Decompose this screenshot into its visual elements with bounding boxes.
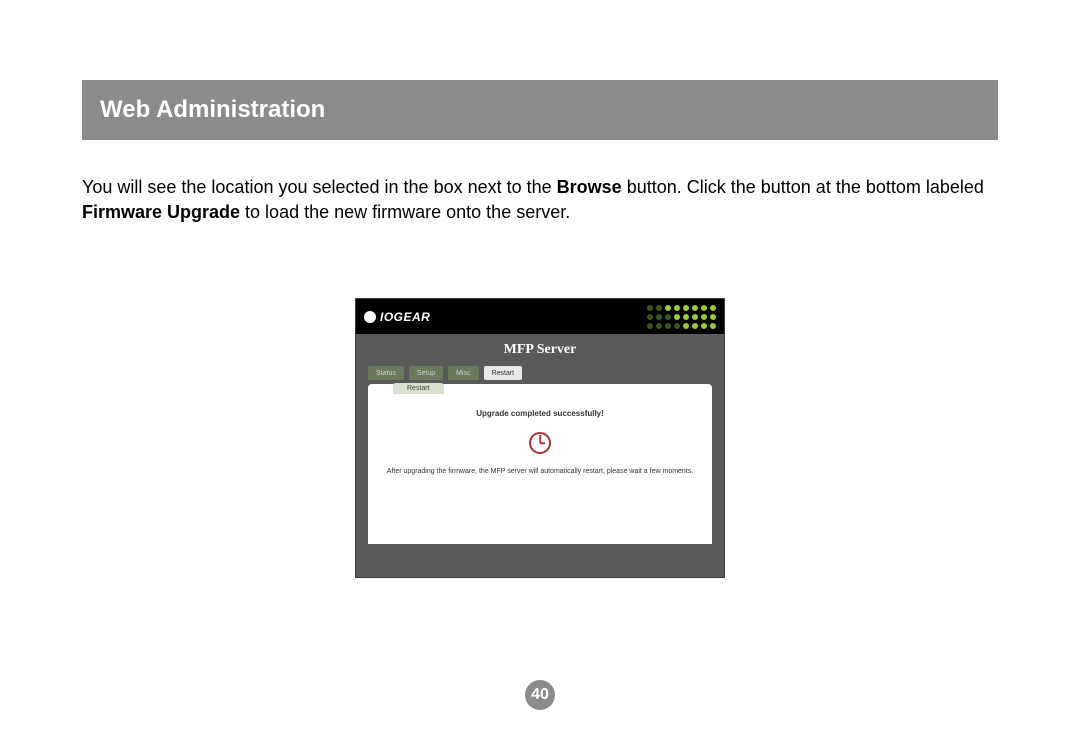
clock-icon xyxy=(529,432,551,454)
hint-message: After upgrading the firmware, the MFP se… xyxy=(368,468,712,475)
instruction-text-1: You will see the location you selected i… xyxy=(82,177,557,197)
instruction-text-2: button. Click the button at the bottom l… xyxy=(622,177,984,197)
tab-misc[interactable]: Misc xyxy=(448,366,478,380)
embedded-screenshot: IOGEAR MFP Server Status Setup Misc Rest… xyxy=(355,298,725,578)
tab-row: Status Setup Misc Restart xyxy=(356,366,724,380)
instruction-bold-firmware: Firmware Upgrade xyxy=(82,202,240,222)
tab-setup[interactable]: Setup xyxy=(409,366,443,380)
mfp-server-title: MFP Server xyxy=(356,334,724,366)
header-bar: Web Administration xyxy=(82,80,998,140)
logo-label: IOGEAR xyxy=(380,310,430,324)
instruction-text-3: to load the new firmware onto the server… xyxy=(240,202,570,222)
subtab-restart[interactable]: Restart xyxy=(393,383,444,394)
tab-restart[interactable]: Restart xyxy=(484,366,523,380)
content-panel: Restart Upgrade completed successfully! … xyxy=(368,384,712,544)
instruction-bold-browse: Browse xyxy=(557,177,622,197)
logo: IOGEAR xyxy=(364,310,430,324)
logo-bar: IOGEAR xyxy=(356,299,724,334)
instruction-paragraph: You will see the location you selected i… xyxy=(82,175,998,225)
tab-status[interactable]: Status xyxy=(368,366,404,380)
logo-icon xyxy=(364,311,376,323)
page-title: Web Administration xyxy=(100,96,325,124)
page-number: 40 xyxy=(525,680,555,710)
decorative-dots xyxy=(647,305,716,329)
